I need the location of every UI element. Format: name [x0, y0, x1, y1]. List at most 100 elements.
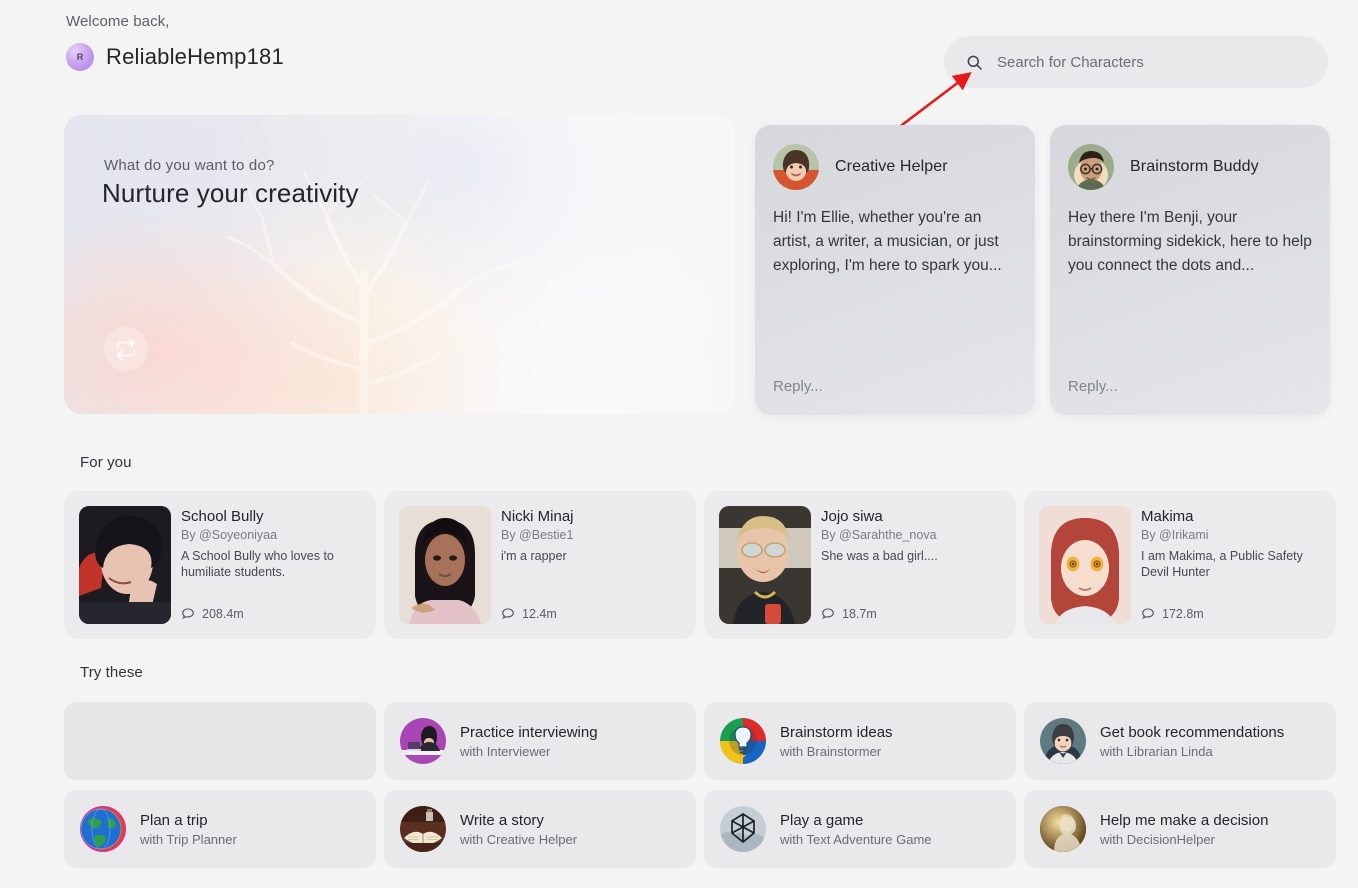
try-card-subtitle: with Librarian Linda — [1100, 743, 1213, 759]
try-card-text: Plan a trip with Trip Planner — [140, 812, 237, 847]
globe-icon — [80, 806, 126, 852]
silhouette-icon — [1040, 806, 1086, 852]
try-card-subtitle: with Brainstormer — [780, 743, 882, 759]
try-card-help-decision[interactable]: Help me make a decision with DecisionHel… — [1024, 790, 1336, 868]
character-card[interactable]: Nicki Minaj By @Bestie1 i'm a rapper 12.… — [384, 491, 696, 639]
chat-count-value: 208.4m — [202, 607, 244, 621]
try-card-text: Play a game with Text Adventure Game — [780, 812, 932, 847]
search-icon — [966, 54, 983, 71]
welcome-text: Welcome back, — [66, 13, 170, 30]
chat-card-creative-helper[interactable]: Creative Helper Hi! I'm Ellie, whether y… — [755, 125, 1035, 415]
chat-bubble-icon — [501, 607, 515, 621]
try-card-text: Write a story with Creative Helper — [460, 812, 577, 847]
try-card-title: Play a game — [780, 811, 864, 829]
try-card-subtitle: with DecisionHelper — [1100, 831, 1215, 847]
character-card[interactable]: Makima By @Irikami I am Makima, a Public… — [1024, 491, 1336, 639]
shield-emblem-icon — [720, 806, 766, 852]
character-name: Jojo siwa — [821, 508, 883, 525]
try-card-title: Write a story — [460, 811, 544, 829]
chat-bubble-icon — [181, 607, 195, 621]
character-author: By @Irikami — [1141, 528, 1209, 542]
try-card-placeholder[interactable] — [64, 702, 376, 780]
chat-count: 172.8m — [1141, 607, 1204, 621]
try-these-grid: Practice interviewing with Interviewer B… — [64, 702, 1338, 878]
for-you-section-title: For you — [80, 454, 132, 471]
reply-input[interactable]: Reply... — [1068, 378, 1118, 395]
try-card-text: Practice interviewing with Interviewer — [460, 724, 598, 759]
try-card-subtitle: with Interviewer — [460, 743, 551, 759]
try-card-title: Plan a trip — [140, 811, 208, 829]
hero-title: Nurture your creativity — [102, 178, 359, 208]
character-author: By @Soyeoniyaa — [181, 528, 278, 542]
try-card-write-a-story[interactable]: Write a story with Creative Helper — [384, 790, 696, 868]
character-card[interactable]: Jojo siwa By @Sarahthe_nova She was a ba… — [704, 491, 1016, 639]
chat-count: 18.7m — [821, 607, 877, 621]
try-card-title: Help me make a decision — [1100, 811, 1269, 829]
character-greeting: Hi! I'm Ellie, whether you're an artist,… — [773, 209, 1002, 274]
character-name: Makima — [1141, 508, 1194, 525]
hero-question: What do you want to do? — [104, 157, 275, 174]
page-header: Welcome back, R ReliableHemp181 Search f… — [0, 0, 1358, 130]
hero-row: What do you want to do? Nurture your cre… — [64, 115, 1336, 415]
try-card-book-recommendations[interactable]: Get book recommendations with Librarian … — [1024, 702, 1336, 780]
try-card-play-a-game[interactable]: Play a game with Text Adventure Game — [704, 790, 1016, 868]
character-info: Nicki Minaj By @Bestie1 i'm a rapper — [501, 508, 686, 564]
open-book-icon — [400, 806, 446, 852]
try-card-brainstorm-ideas[interactable]: Brainstorm ideas with Brainstormer — [704, 702, 1016, 780]
chat-bubble-icon — [821, 607, 835, 621]
character-greeting: Hey there I'm Benji, your brainstorming … — [1068, 209, 1312, 274]
search-placeholder: Search for Characters — [997, 53, 1144, 71]
chat-card-header: Creative Helper — [773, 144, 948, 190]
username-label: ReliableHemp181 — [106, 44, 284, 69]
try-card-text: Help me make a decision with DecisionHel… — [1100, 812, 1268, 847]
try-card-title: Brainstorm ideas — [780, 723, 893, 741]
chat-count-value: 12.4m — [522, 607, 557, 621]
character-info: School Bully By @Soyeoniyaa A School Bul… — [181, 508, 366, 580]
try-card-plan-a-trip[interactable]: Plan a trip with Trip Planner — [64, 790, 376, 868]
user-identity[interactable]: R ReliableHemp181 — [66, 43, 284, 71]
character-name: Brainstorm Buddy — [1130, 158, 1259, 175]
character-description: A School Bully who loves to humiliate st… — [181, 549, 334, 579]
character-thumbnail — [1039, 506, 1131, 624]
character-name: Nicki Minaj — [501, 508, 574, 525]
search-input[interactable]: Search for Characters — [944, 36, 1328, 88]
for-you-row: School Bully By @Soyeoniyaa A School Bul… — [64, 491, 1338, 639]
chat-count-value: 18.7m — [842, 607, 877, 621]
try-card-practice-interviewing[interactable]: Practice interviewing with Interviewer — [384, 702, 696, 780]
chat-count-value: 172.8m — [1162, 607, 1204, 621]
character-thumbnail — [719, 506, 811, 624]
character-avatar — [773, 144, 819, 190]
character-card[interactable]: School Bully By @Soyeoniyaa A School Bul… — [64, 491, 376, 639]
character-avatar — [1068, 144, 1114, 190]
character-info: Makima By @Irikami I am Makima, a Public… — [1141, 508, 1326, 580]
character-name: Creative Helper — [835, 158, 948, 175]
try-card-text: Brainstorm ideas with Brainstormer — [780, 724, 893, 759]
character-name: School Bully — [181, 508, 264, 525]
librarian-avatar — [1040, 718, 1086, 764]
reply-input[interactable]: Reply... — [773, 378, 823, 395]
chat-count: 208.4m — [181, 607, 244, 621]
character-thumbnail — [399, 506, 491, 624]
interviewer-avatar — [400, 718, 446, 764]
chat-bubble-icon — [1141, 607, 1155, 621]
try-card-title: Get book recommendations — [1100, 723, 1285, 741]
character-author: By @Bestie1 — [501, 528, 574, 542]
character-description: I am Makima, a Public Safety Devil Hunte… — [1141, 549, 1303, 579]
character-description: i'm a rapper — [501, 549, 567, 563]
avatar[interactable]: R — [66, 43, 94, 71]
character-info: Jojo siwa By @Sarahthe_nova She was a ba… — [821, 508, 1006, 564]
chat-count: 12.4m — [501, 607, 557, 621]
chat-card-header: Brainstorm Buddy — [1068, 144, 1259, 190]
chat-card-brainstorm-buddy[interactable]: Brainstorm Buddy Hey there I'm Benji, yo… — [1050, 125, 1330, 415]
try-card-subtitle: with Creative Helper — [460, 831, 578, 847]
try-card-text: Get book recommendations with Librarian … — [1100, 724, 1284, 759]
character-author: By @Sarahthe_nova — [821, 528, 937, 542]
hero-banner[interactable]: What do you want to do? Nurture your cre… — [64, 115, 735, 414]
refresh-icon[interactable] — [104, 327, 148, 371]
try-card-title: Practice interviewing — [460, 723, 598, 741]
home-page: Welcome back, R ReliableHemp181 Search f… — [0, 0, 1358, 888]
character-description: She was a bad girl.... — [821, 549, 938, 563]
avatar-initial: R — [76, 52, 84, 62]
try-these-section-title: Try these — [80, 664, 143, 681]
lightbulb-icon — [720, 718, 766, 764]
